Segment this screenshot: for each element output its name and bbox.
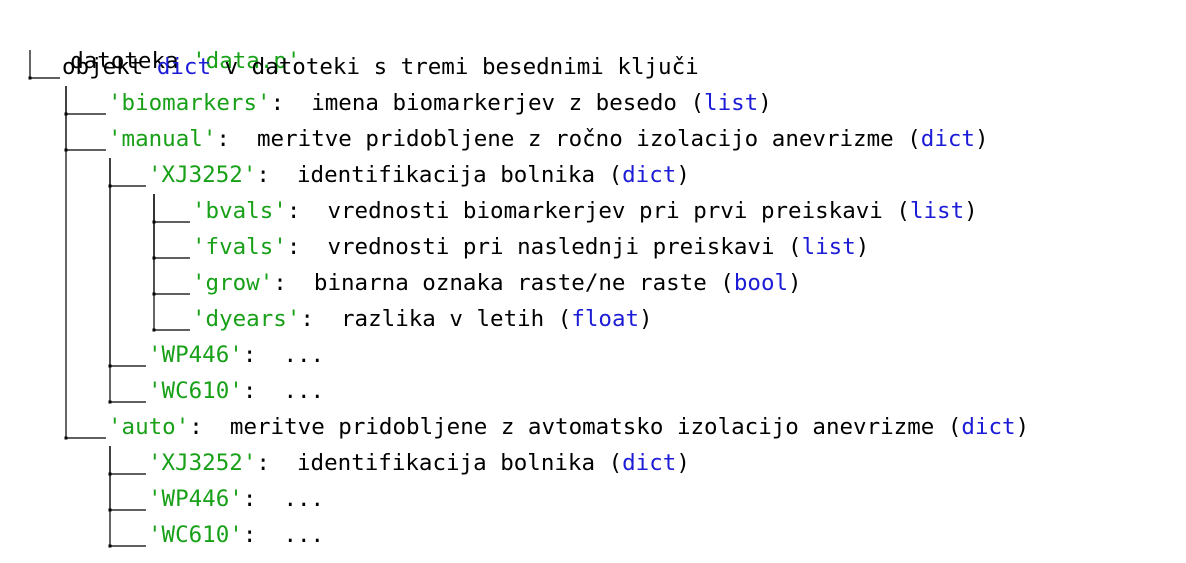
tree-node: 'XJ3252': identifikacija bolnika (dict): [148, 160, 690, 190]
node-text: ): [974, 126, 989, 152]
node-type: dict: [156, 54, 212, 80]
node-key: 'WP446': [148, 342, 243, 368]
tree-node: 'auto': meritve pridobljene z avtomatsko…: [108, 412, 1029, 442]
node-key: 'fvals': [192, 234, 287, 260]
node-text: : identifikacija bolnika (: [256, 162, 623, 188]
node-type: dict: [961, 414, 1016, 440]
node-text: ): [676, 450, 690, 476]
node-key: 'WC610': [148, 378, 243, 404]
node-text: : imena biomarkerjev z besedo (: [270, 90, 705, 116]
tree-branch-dot: [152, 328, 156, 332]
node-text: : meritve pridobljene z ročno izolacijo …: [216, 126, 921, 152]
node-key: 'WP446': [148, 486, 243, 512]
tree-node: 'manual': meritve pridobljene z ročno iz…: [108, 124, 989, 154]
node-type: dict: [920, 126, 975, 152]
tree-node: 'WC610': ...: [148, 520, 324, 550]
tree-node: 'WP446': ...: [148, 340, 324, 370]
node-type: float: [571, 306, 640, 332]
node-text: : ...: [242, 342, 325, 368]
tree-branch-dot: [108, 472, 112, 476]
node-type: bool: [733, 270, 789, 296]
node-text: : meritve pridobljene z avtomatsko izola…: [189, 414, 962, 440]
tree-branch-dot: [108, 508, 112, 512]
tree-branch-dot: [152, 220, 156, 224]
node-text: ): [639, 306, 653, 332]
node-key: 'XJ3252': [148, 450, 257, 476]
tree-node: 'bvals': vrednosti biomarkerjev pri prvi…: [192, 196, 978, 226]
tree-branch-dot: [108, 364, 112, 368]
node-type: dict: [622, 450, 677, 476]
node-text: : vrednosti biomarkerjev pri prvi preisk…: [286, 198, 910, 224]
tree-node: 'fvals': vrednosti pri naslednji preiska…: [192, 232, 869, 262]
tree-branch-dot: [108, 544, 112, 548]
node-key: 'manual': [108, 126, 217, 152]
tree-branch-dot: [64, 148, 68, 152]
node-key: 'auto': [108, 414, 190, 440]
node-text: objekt: [62, 54, 157, 80]
node-text: ): [964, 198, 978, 224]
node-key: 'WC610': [148, 522, 243, 548]
node-text: : ...: [242, 486, 325, 512]
node-key: 'bvals': [192, 198, 287, 224]
tree-branch-dot: [152, 292, 156, 296]
tree-node: 'WP446': ...: [148, 484, 324, 514]
node-text: : ...: [242, 378, 325, 404]
tree-node: objekt dict v datoteki s tremi besednimi…: [62, 52, 699, 82]
node-text: v datoteki s tremi besednimi ključi: [211, 54, 699, 80]
node-key: 'XJ3252': [148, 162, 257, 188]
tree-node: 'biomarkers': imena biomarkerjev z besed…: [108, 88, 772, 118]
node-key: 'dyears': [192, 306, 301, 332]
tree-branch-dot: [64, 436, 68, 440]
tree-branch-dot: [108, 400, 112, 404]
node-type: dict: [622, 162, 677, 188]
node-type: list: [801, 234, 856, 260]
tree-node: 'grow': binarna oznaka raste/ne raste (b…: [192, 268, 802, 298]
node-text: ): [676, 162, 690, 188]
node-text: : ...: [242, 522, 325, 548]
tree-branch-dot: [108, 184, 112, 188]
node-key: 'biomarkers': [108, 90, 271, 116]
node-text: ): [788, 270, 802, 296]
file-structure-tree: datoteka 'data.p' objekt dict v datoteki…: [0, 0, 1186, 563]
node-type: list: [909, 198, 965, 224]
node-text: : binarna oznaka raste/ne raste (: [273, 270, 734, 296]
node-text: ): [855, 234, 870, 260]
tree-root-node: datoteka 'data.p': [16, 16, 300, 74]
node-type: list: [704, 90, 759, 116]
tree-node: 'WC610': ...: [148, 376, 324, 406]
node-text: ): [758, 90, 772, 116]
tree-node: 'XJ3252': identifikacija bolnika (dict): [148, 448, 690, 478]
node-text: : identifikacija bolnika (: [256, 450, 623, 476]
tree-branch-dot: [152, 256, 156, 260]
node-text: ): [1015, 414, 1030, 440]
tree-branch-dot: [64, 112, 68, 116]
tree-node: 'dyears': razlika v letih (float): [192, 304, 653, 334]
node-text: : vrednosti pri naslednji preiskavi (: [286, 234, 802, 260]
node-key: 'grow': [192, 270, 274, 296]
node-text: : razlika v letih (: [300, 306, 572, 332]
